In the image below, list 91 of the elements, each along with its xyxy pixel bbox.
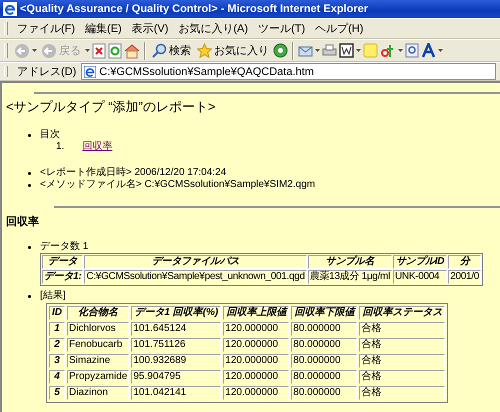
table-cell: 101.751126 [131, 338, 222, 352]
menu-item[interactable]: 表示(V) [126, 21, 174, 36]
media-icon[interactable] [273, 43, 288, 58]
table-cell: 1 [49, 322, 65, 336]
table-cell: 80.000000 [291, 322, 358, 336]
table-cell: 80.000000 [291, 354, 358, 368]
bullet-icon [28, 184, 31, 186]
section-title: 回収率 [6, 216, 40, 229]
bullet-icon [28, 246, 31, 248]
table-cell: 農薬13成分 1μg/ml [308, 270, 392, 284]
caret-icon [356, 49, 361, 52]
column-header: 回収率ステータス [359, 306, 446, 320]
table-cell: 4 [49, 370, 65, 384]
page-icon [84, 66, 96, 78]
column-header: 化合物名 [67, 306, 130, 320]
menu-item[interactable]: 編集(E) [80, 21, 127, 36]
column-header: サンプル名 [308, 255, 392, 269]
table-cell: C:¥GCMSsolution¥Sample¥pest_unknown_001.qgd [84, 270, 307, 284]
column-header: データ1 回収率(%) [131, 306, 222, 320]
column-header: 回収率下限値 [291, 306, 358, 320]
column-header: ID [49, 306, 65, 320]
column-header: データファイルパス [84, 255, 307, 269]
table-cell: 2001/0 [448, 270, 481, 284]
table-cell: Simazine [67, 354, 130, 368]
menu-item[interactable]: ツール(T) [253, 21, 310, 36]
document-icon[interactable] [339, 43, 354, 58]
toc-label: 目次 [40, 129, 60, 141]
address-value: C:¥GCMSsolution¥Sample¥QAQCData.htm [99, 66, 314, 78]
column-header: 分 [448, 255, 481, 269]
bullet-icon [28, 134, 31, 136]
table-cell: UNK-0004 [393, 270, 448, 284]
column-header: 回収率上限値 [223, 306, 290, 320]
report-info: <レポート作成日時> 2006/12/20 17:04:24 [40, 167, 226, 179]
back-icon [41, 42, 57, 58]
table-cell: 合格 [359, 354, 446, 368]
refresh-icon[interactable] [108, 42, 122, 58]
search-button[interactable]: 検索 [150, 43, 193, 58]
table-cell: 80.000000 [291, 370, 358, 384]
table-cell: 5 [49, 386, 65, 400]
table-cell: Fenobucarb [67, 338, 130, 352]
table-cell: 100.932689 [131, 354, 222, 368]
font-icon[interactable] [421, 43, 436, 58]
toc-link[interactable]: 回収率 [82, 141, 112, 153]
star-icon [197, 43, 212, 58]
table-cell: Propyzamide [67, 370, 130, 384]
e-logo-icon [3, 2, 17, 16]
caret-icon [398, 49, 403, 52]
address-field[interactable]: C:¥GCMSsolution¥Sample¥QAQCData.htm [81, 63, 496, 80]
stop-icon[interactable] [92, 42, 106, 58]
back-icon [14, 42, 30, 58]
table-cell: 95.904795 [131, 370, 222, 384]
caret-icon [85, 49, 90, 52]
caret-icon [32, 49, 37, 52]
table-cell: 120.000000 [223, 386, 290, 400]
table-cell: 2 [49, 338, 65, 352]
caret-icon [315, 49, 320, 52]
table-cell: 合格 [359, 386, 446, 400]
column-header: サンプルID [393, 255, 448, 269]
data-count: データ数 1 [40, 241, 88, 253]
table-cell: 120.000000 [223, 338, 290, 352]
caret-icon [438, 49, 443, 52]
search-icon [152, 43, 167, 58]
table-cell: 101.042141 [131, 386, 222, 400]
window-title: <Quality Assurance / Quality Control> - Microsoft Internet Explorer [20, 3, 368, 15]
menu-item[interactable]: お気に入り(A) [173, 21, 254, 36]
bullet-icon [28, 172, 31, 174]
address-label: アドレス(D) [16, 65, 78, 79]
table-cell: 合格 [359, 338, 446, 352]
report-info: <メソッドファイル名> C:¥GCMSsolution¥Sample¥SIM2.qgm [40, 179, 316, 191]
menu-item[interactable]: ファイル(F) [12, 21, 80, 36]
table-cell: 3 [49, 354, 65, 368]
table-cell: 合格 [359, 370, 446, 384]
table-cell: 120.000000 [223, 354, 290, 368]
favorites-button[interactable]: お気に入り [195, 43, 271, 58]
table-cell: データ1: [42, 270, 84, 284]
menu-item[interactable]: ヘルプ(H) [310, 21, 368, 36]
home-icon[interactable] [124, 42, 140, 58]
bullet-icon [28, 294, 31, 298]
list-number: 1. [56, 141, 64, 153]
table-cell: 80.000000 [291, 386, 358, 400]
table-cell: 合格 [359, 322, 446, 336]
table-cell: Dichlorvos [67, 322, 130, 336]
report-heading: <サンプルタイプ “添加”のレポート> [6, 99, 216, 115]
table-cell: 80.000000 [291, 338, 358, 352]
table-cell: 120.000000 [223, 322, 290, 336]
column-header: データ [42, 255, 84, 269]
table-cell: Diazinon [67, 386, 130, 400]
printer-icon[interactable] [322, 43, 337, 58]
table-cell: 101.645124 [131, 322, 222, 336]
results-label: [結果] [40, 290, 66, 302]
table-cell: 120.000000 [223, 370, 290, 384]
